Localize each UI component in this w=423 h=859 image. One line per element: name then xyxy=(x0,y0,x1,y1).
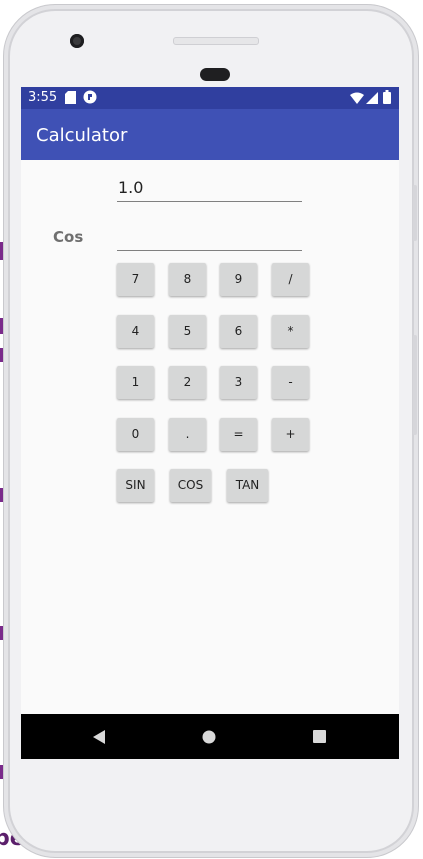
wifi-icon xyxy=(350,91,364,109)
digit-4-button[interactable]: 4 xyxy=(117,315,154,348)
digit-6-button[interactable]: 6 xyxy=(220,315,257,348)
power-button xyxy=(413,185,417,241)
sin-button[interactable]: SIN xyxy=(117,469,154,502)
home-icon[interactable] xyxy=(179,714,239,759)
battery-icon xyxy=(383,90,391,109)
digit-7-button[interactable]: 7 xyxy=(117,263,154,296)
equals-button[interactable]: = xyxy=(220,418,257,451)
digit-2-button[interactable]: 2 xyxy=(169,366,206,399)
sd-card-icon xyxy=(65,91,76,109)
status-time: 3:55 xyxy=(28,90,58,105)
volume-button xyxy=(413,335,417,435)
operator-label: Cos xyxy=(53,228,84,246)
digit-8-button[interactable]: 8 xyxy=(169,263,206,296)
digit-9-button[interactable]: 9 xyxy=(220,263,257,296)
status-bar: 3:55 xyxy=(21,87,399,109)
digit-1-button[interactable]: 1 xyxy=(117,366,154,399)
navigation-bar xyxy=(21,714,399,759)
second-number-input[interactable] xyxy=(117,223,302,251)
front-camera-icon xyxy=(70,34,84,48)
digit-3-button[interactable]: 3 xyxy=(220,366,257,399)
add-button[interactable]: + xyxy=(272,418,309,451)
decimal-point-button[interactable]: . xyxy=(169,418,206,451)
app-bar: Calculator xyxy=(21,109,399,160)
tan-button[interactable]: TAN xyxy=(227,469,268,502)
first-number-input[interactable] xyxy=(117,174,302,202)
subtract-button[interactable]: - xyxy=(272,366,309,399)
multiply-button[interactable]: * xyxy=(272,315,309,348)
recents-icon[interactable] xyxy=(289,714,349,759)
device-screen: 3:55 Calculator Cos 7 8 9 / 4 5 6 * 1 2 … xyxy=(21,87,399,759)
app-title: Calculator xyxy=(36,125,128,146)
divide-button[interactable]: / xyxy=(272,263,309,296)
signal-icon xyxy=(366,91,378,109)
back-icon[interactable] xyxy=(69,714,129,759)
cos-button[interactable]: COS xyxy=(170,469,211,502)
digit-5-button[interactable]: 5 xyxy=(169,315,206,348)
digit-0-button[interactable]: 0 xyxy=(117,418,154,451)
sensor-pill xyxy=(200,68,230,81)
earpiece-speaker xyxy=(173,37,259,45)
app-notification-icon xyxy=(83,90,97,109)
